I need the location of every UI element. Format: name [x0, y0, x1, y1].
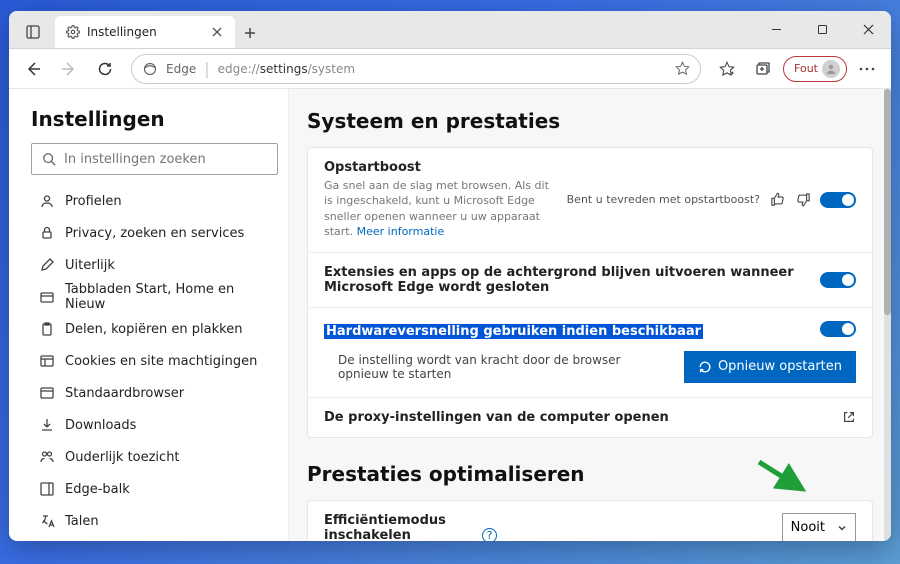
edge-icon	[142, 61, 158, 77]
background-apps-row: Extensies en apps op de achtergrond blij…	[308, 253, 872, 308]
refresh-button[interactable]	[89, 53, 121, 85]
thumbs-up-icon[interactable]	[768, 191, 786, 209]
scrollbar[interactable]	[884, 89, 891, 541]
tab-title: Instellingen	[87, 25, 203, 39]
sidebar-item-label: Delen, kopiëren en plakken	[65, 322, 242, 337]
profile-status-pill[interactable]: Fout	[783, 56, 847, 82]
thumbs-down-icon[interactable]	[794, 191, 812, 209]
sidebar-item-label: Edge-balk	[65, 482, 130, 497]
tab-actions-button[interactable]	[17, 16, 49, 48]
favorites-button[interactable]	[711, 53, 743, 85]
sidebar-item-label: Talen	[65, 514, 99, 529]
sidebar-item-brush[interactable]: Uiterlijk	[31, 249, 278, 281]
perf-card: Efficiëntiemodus inschakelen wanneer ? H…	[307, 500, 873, 541]
family-icon	[39, 449, 55, 465]
efficiency-title: Efficiëntiemodus inschakelen wanneer	[324, 513, 474, 541]
download-icon	[39, 417, 55, 433]
sidebar-item-cookies[interactable]: Cookies en site machtigingen	[31, 345, 278, 377]
search-icon	[42, 152, 56, 166]
hw-accel-title: Hardwareversnelling gebruiken indien bes…	[324, 324, 703, 339]
refresh-icon	[698, 360, 712, 374]
sidebar-item-label: Downloads	[65, 418, 136, 433]
titlebar: Instellingen	[9, 11, 891, 49]
brush-icon	[39, 257, 55, 273]
sidebar-item-label: Standaardbrowser	[65, 386, 184, 401]
back-button[interactable]	[17, 53, 49, 85]
clip-icon	[39, 321, 55, 337]
row-title: Extensies en apps op de achtergrond blij…	[324, 265, 808, 295]
background-apps-toggle[interactable]	[820, 272, 856, 288]
menu-button[interactable]	[851, 53, 883, 85]
close-tab-button[interactable]	[209, 24, 225, 40]
external-link-icon	[842, 410, 856, 424]
window-close-button[interactable]	[845, 15, 891, 45]
startup-boost-row: Opstartboost Ga snel aan de slag met bro…	[308, 148, 872, 253]
startup-boost-toggle[interactable]	[820, 192, 856, 208]
sidebar-item-profile[interactable]: Profielen	[31, 185, 278, 217]
system-card: Opstartboost Ga snel aan de slag met bro…	[307, 147, 873, 438]
window-maximize-button[interactable]	[799, 15, 845, 45]
status-text: Fout	[794, 62, 818, 75]
lock-icon	[39, 225, 55, 241]
more-info-link[interactable]: Meer informatie	[357, 225, 445, 238]
sidebar-item-label: Tabbladen Start, Home en Nieuw	[65, 282, 270, 312]
browser-tab[interactable]: Instellingen	[55, 16, 235, 48]
profile-icon	[39, 193, 55, 209]
sidebar-item-label: Profielen	[65, 194, 122, 209]
settings-sidebar: Instellingen Profielen Privacy, zoeken en…	[9, 89, 289, 541]
efficiency-select[interactable]: Nooit	[782, 513, 856, 541]
row-title: De proxy-instellingen van de computer op…	[324, 410, 830, 425]
sidebar-item-label: Ouderlijk toezicht	[65, 450, 180, 465]
sidebar-item-lock[interactable]: Privacy, zoeken en services	[31, 217, 278, 249]
proxy-settings-row[interactable]: De proxy-instellingen van de computer op…	[308, 398, 872, 437]
browser-icon	[39, 385, 55, 401]
sidebar-title: Instellingen	[31, 107, 278, 131]
feedback-label: Bent u tevreden met opstartboost?	[567, 193, 760, 206]
restart-button[interactable]: Opnieuw opstarten	[684, 351, 856, 383]
avatar-icon	[822, 60, 840, 78]
forward-button[interactable]	[53, 53, 85, 85]
toolbar: Edge | edge://settings/system Fout	[9, 49, 891, 89]
row-subtitle: Ga snel aan de slag met browsen. Als dit…	[324, 178, 555, 240]
gear-icon	[65, 24, 81, 40]
sidebar-item-printer[interactable]: Printers	[31, 537, 278, 541]
sidebar-item-tabs[interactable]: Tabbladen Start, Home en Nieuw	[31, 281, 278, 313]
favorite-icon[interactable]	[674, 61, 690, 77]
search-input[interactable]	[64, 152, 267, 167]
window-minimize-button[interactable]	[753, 15, 799, 45]
sidebar-item-label: Privacy, zoeken en services	[65, 226, 244, 241]
new-tab-button[interactable]	[235, 18, 265, 48]
sidebar-item-clip[interactable]: Delen, kopiëren en plakken	[31, 313, 278, 345]
collections-button[interactable]	[747, 53, 779, 85]
sidebar-item-download[interactable]: Downloads	[31, 409, 278, 441]
sidebar-item-browser[interactable]: Standaardbrowser	[31, 377, 278, 409]
settings-main: Systeem en prestaties Opstartboost Ga sn…	[289, 89, 891, 541]
hw-accel-toggle[interactable]	[820, 321, 856, 337]
settings-search[interactable]	[31, 143, 278, 175]
edgebar-icon	[39, 481, 55, 497]
cookies-icon	[39, 353, 55, 369]
sidebar-item-family[interactable]: Ouderlijk toezicht	[31, 441, 278, 473]
section-title: Systeem en prestaties	[307, 109, 873, 133]
sidebar-item-label: Cookies en site machtigingen	[65, 354, 257, 369]
section-title: Prestaties optimaliseren	[307, 462, 873, 486]
address-engine: Edge	[166, 62, 196, 76]
restart-hint: De instelling wordt van kracht door de b…	[324, 353, 672, 381]
lang-icon	[39, 513, 55, 529]
sidebar-item-edgebar[interactable]: Edge-balk	[31, 473, 278, 505]
sidebar-item-lang[interactable]: Talen	[31, 505, 278, 537]
address-bar[interactable]: Edge | edge://settings/system	[131, 54, 701, 84]
row-title: Opstartboost	[324, 160, 555, 175]
tabs-icon	[39, 289, 55, 305]
chevron-down-icon	[837, 523, 847, 533]
address-url: edge://settings/system	[218, 62, 355, 76]
help-icon[interactable]: ?	[482, 528, 497, 541]
sidebar-item-label: Uiterlijk	[65, 258, 115, 273]
